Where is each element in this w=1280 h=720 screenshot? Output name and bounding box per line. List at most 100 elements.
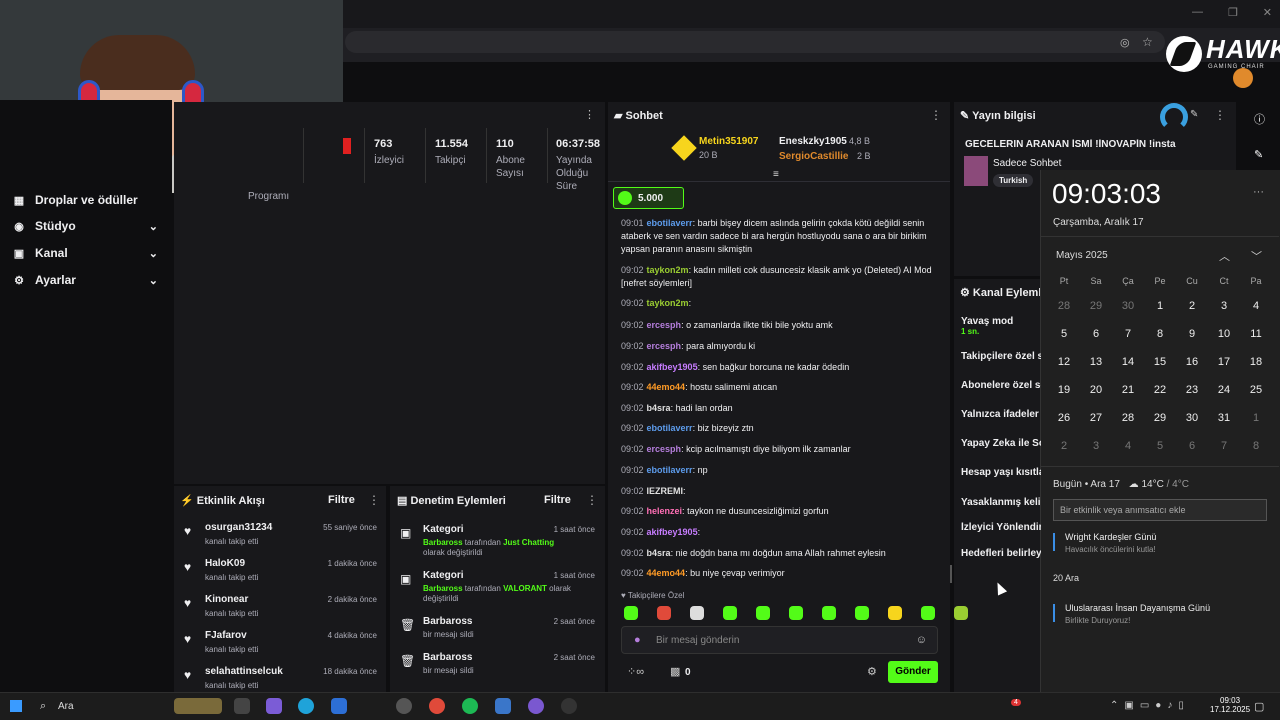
copilot-icon[interactable] (266, 698, 282, 714)
emote-icon[interactable] (723, 606, 737, 620)
calendar-day[interactable]: 6 (1176, 440, 1208, 452)
calendar-day[interactable]: 2 (1048, 440, 1080, 452)
maximize-button[interactable]: ❐ (1228, 6, 1238, 22)
calendar-day[interactable]: 13 (1080, 356, 1112, 368)
calendar-day[interactable]: 29 (1144, 412, 1176, 424)
app-icon[interactable] (495, 698, 511, 714)
calendar-day[interactable]: 29 (1080, 300, 1112, 312)
channel-action-item[interactable]: Hesap yaşı kısıtlaması (961, 467, 1041, 478)
calendar-day[interactable]: 8 (1144, 328, 1176, 340)
calendar-day[interactable]: 8 (1240, 440, 1272, 452)
calendar-day[interactable]: 26 (1048, 412, 1080, 424)
event-2-title[interactable]: Uluslararası İnsan Dayanışma Günü (1065, 603, 1210, 613)
points-infinity-icon[interactable]: ⁘∞ (627, 665, 644, 678)
chat-message[interactable]: 09:01 ebotilaverr: barbi bişey dicem aslı… (621, 217, 941, 256)
chat-input[interactable]: ● Bir mesaj gönderin ☺ (621, 626, 938, 654)
calendar-day[interactable]: 11 (1240, 328, 1272, 340)
moderation-filter-button[interactable]: Filtre (544, 494, 571, 506)
channel-action-item[interactable]: Abonelere özel sohbet (961, 380, 1041, 391)
more-icon[interactable]: ⋮ (368, 493, 380, 507)
leader-1-name[interactable]: Metin351907 (699, 136, 758, 147)
chevron-up-icon[interactable]: ︿ (1219, 248, 1230, 264)
calendar-day[interactable]: 7 (1112, 328, 1144, 340)
pen-icon[interactable]: ✎ (1254, 148, 1263, 161)
calendar-day[interactable]: 19 (1048, 384, 1080, 396)
emote-icon[interactable] (921, 606, 935, 620)
emote-icon[interactable] (855, 606, 869, 620)
sidebar-item-studio[interactable]: ◉ Stüdyo ⌄ (12, 215, 162, 237)
channel-action-item[interactable]: Yapay Zeka ile Sohbet (961, 438, 1041, 449)
calendar-day[interactable]: 5 (1048, 328, 1080, 340)
settings-app-icon[interactable] (396, 698, 412, 714)
chat-message[interactable]: 09:02 helenzei: taykon ne dusuncesizliğim… (621, 505, 941, 518)
chat-message[interactable]: 09:02 IEZREMI: (621, 485, 941, 498)
collapse-icon[interactable]: ≡ (773, 169, 779, 180)
more-icon[interactable]: ⋮ (586, 493, 598, 507)
calendar-day[interactable]: 30 (1112, 300, 1144, 312)
tray-icons[interactable]: ⌃▣▭●♪▯ (1110, 700, 1190, 711)
calendar-day[interactable]: 28 (1112, 412, 1144, 424)
list-item[interactable]: ♥ selahattinselcuk kanalı takip etti 18 … (184, 664, 384, 698)
channel-action-item[interactable]: Yasaklanmış kelimeler (961, 497, 1041, 508)
calendar-day[interactable]: 18 (1240, 356, 1272, 368)
taskbar-clock[interactable]: 09:03 17.12.2025 (1210, 696, 1250, 714)
mic-icon[interactable]: ● (634, 634, 641, 646)
calendar-day[interactable]: 27 (1080, 412, 1112, 424)
points-badge[interactable]: 5.000 (613, 187, 684, 209)
calendar-day[interactable]: 23 (1176, 384, 1208, 396)
emote-icon[interactable] (888, 606, 902, 620)
emote-icon[interactable] (657, 606, 671, 620)
chat-message[interactable]: 09:02 ebotilaverr: biz bizeyiz ztn (621, 422, 941, 435)
calendar-day[interactable]: 24 (1208, 384, 1240, 396)
leader-2-name[interactable]: Eneskzky1905 (779, 136, 847, 147)
more-icon[interactable]: ··· (1253, 186, 1264, 198)
chat-message[interactable]: 09:02 ercesph: kcip acılmamıştı diye bili… (621, 443, 941, 456)
calendar-day[interactable]: 28 (1048, 300, 1080, 312)
calendar-day[interactable]: 1 (1240, 412, 1272, 424)
edit-icon[interactable]: ✎ (1190, 109, 1198, 120)
emote-icon[interactable] (822, 606, 836, 620)
chat-message[interactable]: 09:02 44emo44: bu niye çevap verimiyor (621, 567, 941, 580)
emote-icon[interactable] (624, 606, 638, 620)
chat-message[interactable]: 09:02 b4sra: nie doğdn bana mı doğdun ama… (621, 547, 941, 560)
chat-message[interactable]: 09:02 akifbey1905: sen bağkur borcuna ne … (621, 361, 941, 374)
chrome-icon[interactable] (429, 698, 445, 714)
search-icon[interactable]: ⌕ (40, 700, 46, 713)
close-button[interactable]: ✕ (1263, 6, 1272, 22)
calendar-day[interactable]: 1 (1144, 300, 1176, 312)
calendar-day[interactable]: 16 (1176, 356, 1208, 368)
emote-icon[interactable] (789, 606, 803, 620)
calendar-day[interactable]: 25 (1240, 384, 1272, 396)
calendar-day[interactable]: 30 (1176, 412, 1208, 424)
list-item[interactable]: 🗑 Barbaross bir mesajı sildi 2 saat önce (400, 650, 600, 684)
chat-message[interactable]: 09:02 akifbey1905: (621, 526, 941, 539)
event-input[interactable]: Bir etkinlik veya anımsatıcı ekle (1053, 499, 1267, 521)
chat-message[interactable]: 09:02 ercesph: o zamanlarda ilkte tiki bi… (621, 319, 941, 332)
calendar-day[interactable]: 31 (1208, 412, 1240, 424)
list-item[interactable]: ▣ Kategori Barbaross tarafından Just Cha… (400, 522, 600, 557)
calendar-day[interactable]: 3 (1208, 300, 1240, 312)
chat-message[interactable]: 09:02 44emo44: hostu salimemi atıcan (621, 381, 941, 394)
sidebar-item-drops[interactable]: ▦ Droplar ve ödüller (12, 189, 162, 211)
calendar-day[interactable]: 15 (1144, 356, 1176, 368)
sidebar-item-settings[interactable]: ⚙ Ayarlar ⌄ (12, 269, 162, 291)
chat-message[interactable]: 09:02 taykon2m: kadın milleti cok dusunce… (621, 264, 941, 290)
calendar-day[interactable]: 5 (1144, 440, 1176, 452)
edge-icon[interactable] (298, 698, 314, 714)
send-button[interactable]: Gönder (888, 661, 938, 683)
calendar-day[interactable]: 2 (1176, 300, 1208, 312)
minimize-button[interactable]: — (1192, 6, 1203, 22)
sidebar-item-channel[interactable]: ▣ Kanal ⌄ (12, 242, 162, 264)
calendar-day[interactable]: 4 (1112, 440, 1144, 452)
mail-icon[interactable] (331, 698, 347, 714)
channel-action-item[interactable]: Hedefleri belirleyin (961, 548, 1041, 559)
channel-action-item[interactable]: Takipçilere özel sohbet (961, 351, 1041, 362)
activity-filter-button[interactable]: Filtre (328, 494, 355, 506)
obs-icon[interactable] (561, 698, 577, 714)
taskbar-search-label[interactable]: Ara (58, 701, 74, 712)
tag-badge[interactable]: Turkish (993, 174, 1034, 187)
notification-icon[interactable]: ▢ (1254, 700, 1264, 713)
chat-message[interactable]: 09:02 b4sra: hadi lan ordan (621, 402, 941, 415)
calendar-day[interactable]: 6 (1080, 328, 1112, 340)
list-item[interactable]: ♥ HaloK09 kanalı takip etti 1 dakika önc… (184, 556, 384, 590)
